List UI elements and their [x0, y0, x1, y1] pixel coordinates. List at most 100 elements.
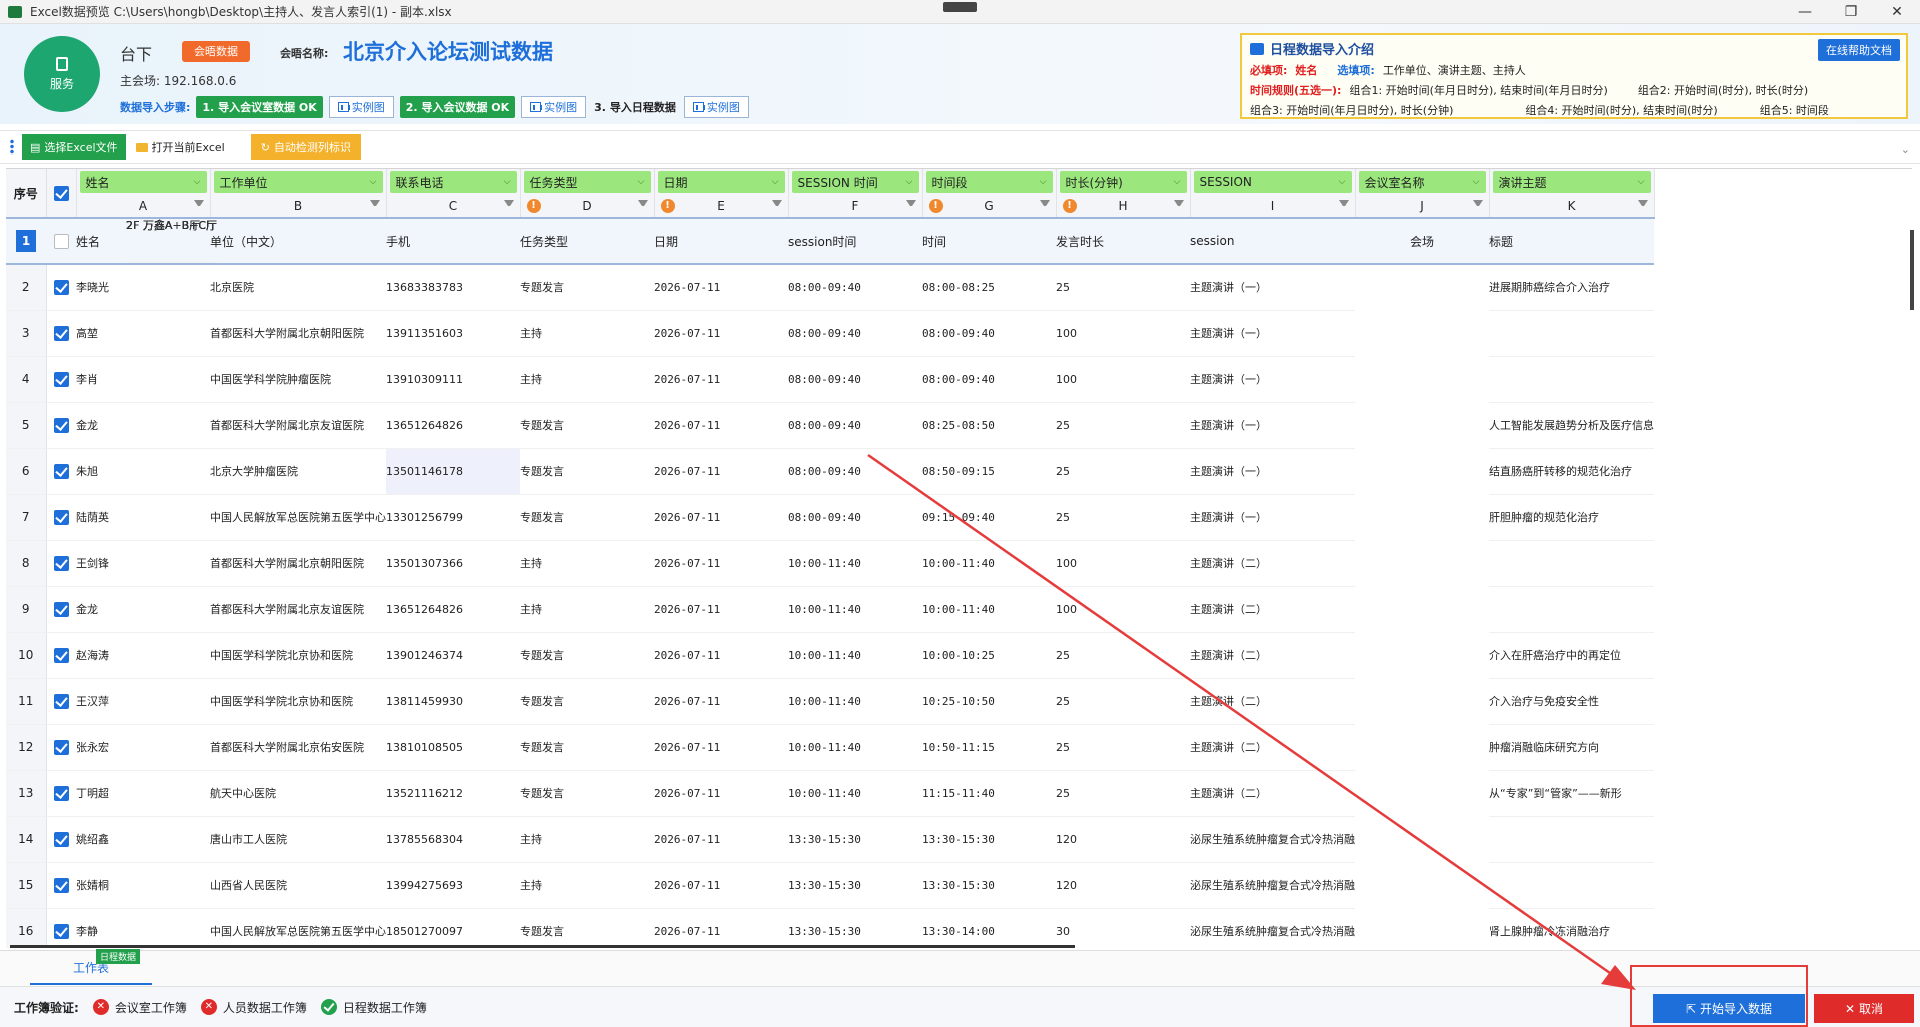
table-cell[interactable]: 13901246374 [386, 632, 520, 679]
table-cell[interactable]: 13651264826 [386, 586, 520, 633]
table-row[interactable]: 4 李肖 中国医学科学院肿瘤医院 13910309111 主持 2026-07-11 08:… [6, 219, 1654, 403]
open-current-excel-button[interactable]: 打开当前Excel [135, 139, 225, 155]
table-row[interactable]: 13 丁明超 航天中心医院 13521116212 专题发言 2026-07-11 10:0… [6, 219, 1654, 817]
table-cell[interactable]: 13994275693 [386, 862, 520, 909]
table-cell[interactable]: 肾上腺肿瘤冷冻消融治疗 [1489, 908, 1654, 948]
online-help-button[interactable]: 在线帮助文档 [1818, 39, 1900, 61]
table-cell[interactable]: 介入治疗与免疫安全性 [1489, 678, 1654, 725]
table-row[interactable]: 6 朱旭 北京大学肿瘤医院 13501146178 专题发言 2026-07-11 08:0… [6, 219, 1654, 495]
column-mapping-G[interactable]: 时间段 ⌵ [922, 169, 1057, 195]
table-cell[interactable]: 主题演讲（二） [1190, 586, 1355, 633]
select-all-cell[interactable] [46, 169, 77, 218]
table-cell[interactable]: 主题演讲（二） [1190, 724, 1355, 771]
table-cell[interactable]: 王汉萍 [76, 678, 210, 725]
table-cell[interactable]: 10:00-11:40 [788, 632, 922, 679]
table-cell[interactable]: 泌尿生殖系统肿瘤复合式冷热消融 [1190, 862, 1355, 909]
table-cell[interactable]: 首都医科大学附属北京友谊医院 [210, 402, 386, 449]
row-checkbox[interactable] [53, 325, 69, 341]
row-checkbox[interactable] [53, 417, 69, 433]
table-cell[interactable]: 主持 [520, 310, 654, 357]
table-cell[interactable]: 主持 [520, 862, 654, 909]
column-mapping-K[interactable]: 演讲主题 ⌵ [1489, 169, 1655, 195]
column-mapping-dropdown[interactable]: 演讲主题 ⌵ [1492, 171, 1651, 193]
row-checkbox[interactable] [53, 463, 69, 479]
table-cell[interactable]: 张婧桐 [76, 862, 210, 909]
row-checkbox-cell[interactable] [46, 540, 76, 587]
table-cell[interactable]: 13785568304 [386, 816, 520, 863]
column-mapping-dropdown[interactable]: 时长(分钟) ⌵ [1059, 171, 1187, 193]
row-checkbox-cell[interactable] [46, 586, 76, 633]
table-cell[interactable]: 100 [1056, 540, 1190, 587]
table-cell[interactable]: 朱旭 [76, 448, 210, 495]
table-cell[interactable]: 13683383783 [386, 264, 520, 311]
row-checkbox[interactable] [53, 509, 69, 525]
column-mapping-A[interactable]: 姓名 ⌵ [76, 169, 211, 195]
table-cell[interactable]: 10:00-11:40 [788, 724, 922, 771]
table-cell[interactable]: 中国医学科学院肿瘤医院 [210, 356, 386, 403]
table-cell[interactable]: 金龙 [76, 586, 210, 633]
table-cell[interactable]: 山西省人民医院 [210, 862, 386, 909]
header-cell[interactable]: session时间 [788, 217, 922, 265]
table-row[interactable]: 8 王剑锋 首都医科大学附属北京朝阳医院 13501307366 主持 2026-07-1… [6, 219, 1654, 587]
table-cell[interactable]: 主持 [520, 356, 654, 403]
table-cell[interactable]: 13:30-15:30 [788, 816, 922, 863]
row-checkbox[interactable] [53, 739, 69, 755]
table-cell[interactable]: 08:00-09:40 [922, 356, 1056, 403]
table-cell[interactable]: 2026-07-11 [654, 908, 788, 948]
table-cell[interactable]: 专题发言 [520, 402, 654, 449]
row-checkbox[interactable] [53, 601, 69, 617]
cancel-button[interactable]: ✕ 取消 [1814, 994, 1914, 1023]
table-cell[interactable]: 专题发言 [520, 908, 654, 948]
row-checkbox[interactable] [53, 647, 69, 663]
row-checkbox[interactable] [53, 693, 69, 709]
table-cell[interactable]: 专题发言 [520, 632, 654, 679]
row-checkbox-cell[interactable] [46, 862, 76, 909]
table-cell[interactable]: 进展期肺癌综合介入治疗 [1489, 264, 1654, 311]
table-cell[interactable] [1489, 540, 1654, 587]
table-cell[interactable]: 姚绍鑫 [76, 816, 210, 863]
table-cell[interactable]: 13301256799 [386, 494, 520, 541]
table-cell[interactable]: 2026-07-11 [654, 678, 788, 725]
filter-icon[interactable] [1472, 200, 1483, 210]
header-cell[interactable]: 手机 [386, 217, 520, 265]
table-cell[interactable]: 13811459930 [386, 678, 520, 725]
toolbar-grip-icon[interactable] [10, 139, 14, 155]
select-excel-button[interactable]: ▤ 选择Excel文件 [22, 134, 126, 160]
table-cell[interactable]: 结直肠癌肝转移的规范化治疗 [1489, 448, 1654, 495]
table-cell[interactable]: 赵海涛 [76, 632, 210, 679]
row-checkbox-cell[interactable] [46, 908, 76, 948]
column-mapping-dropdown[interactable]: 联系电话 ⌵ [389, 171, 517, 193]
column-mapping-C[interactable]: 联系电话 ⌵ [386, 169, 521, 195]
column-mapping-dropdown[interactable]: 工作单位 ⌵ [213, 171, 383, 193]
table-cell[interactable]: 10:00-11:40 [922, 586, 1056, 633]
table-cell[interactable]: 主题演讲（二） [1190, 632, 1355, 679]
column-mapping-dropdown[interactable]: 任务类型 ⌵ [523, 171, 651, 193]
header-cell[interactable]: 会场 [1355, 217, 1489, 265]
column-mapping-H[interactable]: 时长(分钟) ⌵ [1056, 169, 1191, 195]
service-badge[interactable]: 服务 [24, 36, 100, 112]
table-row[interactable]: 10 赵海涛 中国医学科学院北京协和医院 13901246374 专题发言 2026-07… [6, 219, 1654, 679]
table-cell[interactable]: 13:30-15:30 [788, 862, 922, 909]
table-cell[interactable]: 2026-07-11 [654, 724, 788, 771]
horizontal-scrollbar[interactable] [10, 945, 1075, 948]
filter-icon[interactable] [1637, 200, 1648, 210]
table-cell[interactable]: 主题演讲（一） [1190, 494, 1355, 541]
table-cell[interactable]: 主题演讲（一） [1190, 448, 1355, 495]
column-mapping-dropdown[interactable]: SESSION 时间 ⌵ [791, 171, 919, 193]
table-cell[interactable]: 13911351603 [386, 310, 520, 357]
table-cell[interactable]: 王剑锋 [76, 540, 210, 587]
table-cell[interactable]: 中国人民解放军总医院第五医学中心 [210, 494, 386, 541]
table-cell[interactable]: 13501146178 [386, 448, 520, 495]
table-cell[interactable]: 08:00-09:40 [788, 448, 922, 495]
header-cell[interactable]: 日期 [654, 217, 788, 265]
table-cell[interactable]: 北京大学肿瘤医院 [210, 448, 386, 495]
table-cell[interactable]: 2026-07-11 [654, 264, 788, 311]
filter-icon[interactable] [503, 200, 514, 210]
table-cell[interactable]: 李晓光 [76, 264, 210, 311]
table-cell[interactable]: 10:25-10:50 [922, 678, 1056, 725]
row-checkbox-cell[interactable] [46, 264, 76, 311]
table-cell[interactable]: 2026-07-11 [654, 540, 788, 587]
table-cell[interactable]: 主题演讲（二） [1190, 770, 1355, 817]
table-cell[interactable]: 13910309111 [386, 356, 520, 403]
table-cell[interactable]: 首都医科大学附属北京朝阳医院 [210, 540, 386, 587]
